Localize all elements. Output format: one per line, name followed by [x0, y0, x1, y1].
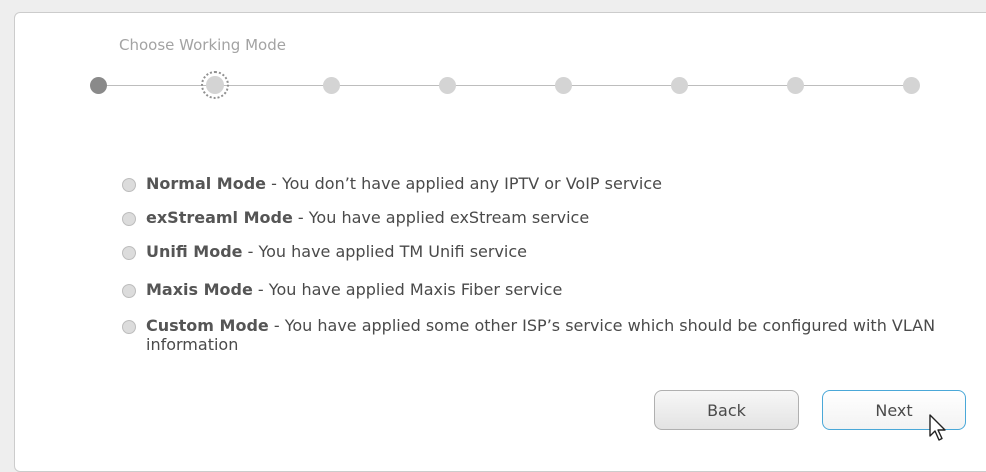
step-dot-7 [787, 77, 804, 94]
radio-unifi-mode[interactable] [122, 246, 136, 260]
mode-description: - You have applied Maxis Fiber service [252, 280, 563, 299]
step-dot-4 [439, 77, 456, 94]
mode-name: Normal Mode [146, 174, 267, 193]
step-dot-3 [323, 77, 340, 94]
mode-name: Maxis Mode [146, 280, 253, 299]
radio-maxis-mode[interactable] [122, 284, 136, 298]
back-button[interactable]: Back [654, 390, 799, 430]
mode-name: Custom Mode [146, 316, 269, 335]
step-dot-6 [671, 77, 688, 94]
mode-name: Unifi Mode [146, 242, 243, 261]
step-dot-8 [903, 77, 920, 94]
step-dot-5 [555, 77, 572, 94]
radio-custom-mode[interactable] [122, 320, 136, 334]
mode-name: exStreaml Mode [146, 208, 293, 227]
radio-normal-mode[interactable] [122, 178, 136, 192]
step-dot-2 [206, 76, 224, 94]
progress-stepper [0, 0, 986, 120]
mode-description: - You don’t have applied any IPTV or VoI… [266, 174, 662, 193]
radio-exstream-mode[interactable] [122, 212, 136, 226]
mode-description: - You have applied exStream service [292, 208, 590, 227]
mouse-pointer-icon [929, 414, 946, 441]
mode-description: - You have applied TM Unifi service [242, 242, 527, 261]
step-dot-1 [90, 77, 107, 94]
